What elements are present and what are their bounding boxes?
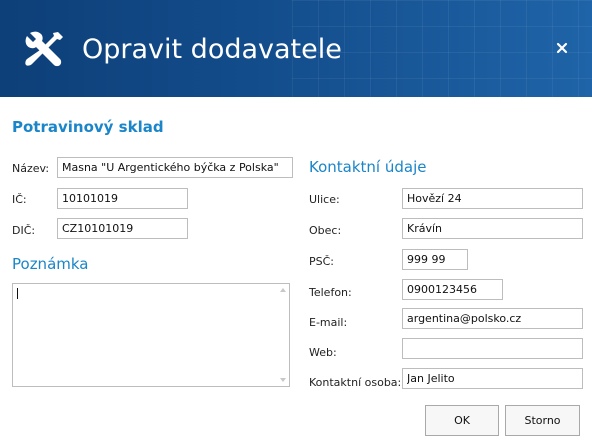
city-input[interactable] xyxy=(402,218,583,239)
phone-input[interactable] xyxy=(402,279,503,300)
note-textarea[interactable] xyxy=(12,283,290,387)
tools-icon xyxy=(25,31,63,67)
contact-person-label: Kontaktní osoba: xyxy=(309,376,402,389)
email-input[interactable] xyxy=(402,308,583,329)
web-label: Web: xyxy=(309,346,337,359)
street-label: Ulice: xyxy=(309,193,340,206)
name-label: Název: xyxy=(12,162,50,175)
dic-label: DIČ: xyxy=(12,224,36,237)
street-input[interactable] xyxy=(402,188,583,209)
name-input[interactable] xyxy=(57,157,293,178)
text-caret xyxy=(17,288,18,299)
cancel-button[interactable]: Storno xyxy=(505,405,580,436)
phone-label: Telefon: xyxy=(309,286,352,299)
note-heading: Poznámka xyxy=(12,255,89,273)
close-icon[interactable] xyxy=(552,38,572,58)
ic-label: IČ: xyxy=(12,193,27,206)
company-name: Potravinový sklad xyxy=(12,118,164,136)
zip-label: PSČ: xyxy=(309,255,335,268)
city-label: Obec: xyxy=(309,224,342,237)
contact-person-input[interactable] xyxy=(402,368,583,389)
ok-button[interactable]: OK xyxy=(425,405,499,436)
dic-input[interactable] xyxy=(57,218,188,239)
scroll-down-icon[interactable] xyxy=(280,378,286,382)
web-input[interactable] xyxy=(402,338,583,359)
dialog-title: Opravit dodavatele xyxy=(82,34,342,65)
contact-heading: Kontaktní údaje xyxy=(309,158,427,176)
email-label: E-mail: xyxy=(309,316,348,329)
zip-input[interactable] xyxy=(402,249,468,270)
ic-input[interactable] xyxy=(57,188,188,209)
scroll-up-icon[interactable] xyxy=(280,288,286,292)
dialog-header: Opravit dodavatele xyxy=(0,0,592,97)
